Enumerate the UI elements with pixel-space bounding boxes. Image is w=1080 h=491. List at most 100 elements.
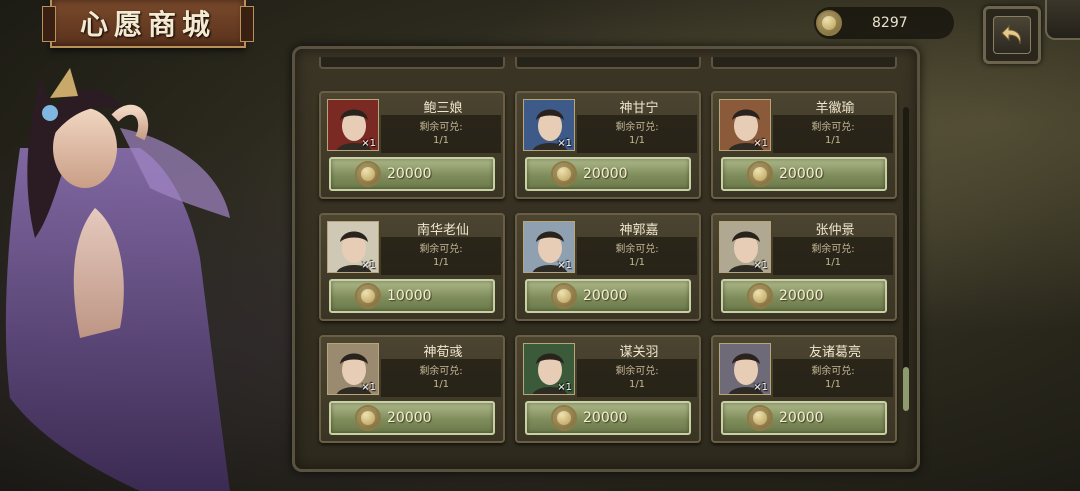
buy-button[interactable]: 20000 — [721, 157, 887, 191]
buy-button[interactable]: 20000 — [525, 157, 691, 191]
shop-item-card[interactable]: ×1 友诸葛亮 剩余可兑: 1/1 20000 — [711, 335, 897, 443]
coin-icon — [551, 283, 577, 309]
remaining-label: 剩余可兑: — [615, 244, 659, 255]
remaining-box: 剩余可兑: 1/1 — [577, 237, 697, 275]
remaining-value: 1/1 — [432, 135, 450, 146]
hero-portrait[interactable]: ×1 — [327, 343, 379, 395]
shop-item-card[interactable]: ×1 南华老仙 剩余可兑: 1/1 10000 — [319, 213, 505, 321]
hero-portrait[interactable]: ×1 — [327, 221, 379, 273]
coin-icon — [355, 283, 381, 309]
item-price: 20000 — [387, 410, 432, 426]
item-quantity: ×1 — [361, 382, 376, 393]
item-price: 20000 — [779, 288, 824, 304]
coin-icon — [747, 161, 773, 187]
shop-item-card[interactable]: ×1 羊徽瑜 剩余可兑: 1/1 20000 — [711, 91, 897, 199]
scrollbar-thumb[interactable] — [903, 367, 909, 411]
character-illustration — [0, 58, 240, 491]
item-price: 20000 — [583, 288, 628, 304]
shop-item-card[interactable]: ×1 神郭嘉 剩余可兑: 1/1 20000 — [515, 213, 701, 321]
item-name: 神甘宁 — [619, 101, 659, 116]
back-button-frame[interactable] — [983, 6, 1041, 64]
remaining-label: 剩余可兑: — [811, 244, 855, 255]
buy-button[interactable]: 20000 — [329, 157, 495, 191]
scrollbar[interactable] — [903, 107, 909, 411]
remaining-value: 1/1 — [628, 379, 646, 390]
shop-item-card[interactable]: ×1 神甘宁 剩余可兑: 1/1 20000 — [515, 91, 701, 199]
remaining-value: 1/1 — [824, 135, 842, 146]
hero-portrait[interactable]: ×1 — [523, 343, 575, 395]
shop-item-card[interactable]: ×1 张仲景 剩余可兑: 1/1 20000 — [711, 213, 897, 321]
item-price: 20000 — [779, 410, 824, 426]
coin-icon — [551, 161, 577, 187]
remaining-box: 剩余可兑: 1/1 — [381, 115, 501, 153]
remaining-box: 剩余可兑: 1/1 — [577, 115, 697, 153]
item-quantity: ×1 — [753, 138, 768, 149]
remaining-label: 剩余可兑: — [419, 244, 463, 255]
item-price: 20000 — [583, 166, 628, 182]
back-arrow-icon[interactable] — [999, 22, 1025, 48]
item-name: 张仲景 — [815, 223, 855, 238]
item-name: 鲍三娘 — [423, 101, 463, 116]
hero-portrait[interactable]: ×1 — [327, 99, 379, 151]
shop-item-card[interactable]: ×1 谋关羽 剩余可兑: 1/1 20000 — [515, 335, 701, 443]
remaining-value: 1/1 — [432, 379, 450, 390]
coin-icon — [551, 405, 577, 431]
buy-button[interactable]: 20000 — [721, 279, 887, 313]
panel-rail — [515, 57, 701, 69]
hero-portrait[interactable]: ×1 — [719, 99, 771, 151]
corner-ornament — [1045, 0, 1080, 40]
currency-display: 8297 — [814, 7, 954, 39]
item-quantity: ×1 — [361, 260, 376, 271]
item-price: 20000 — [583, 410, 628, 426]
remaining-value: 1/1 — [824, 379, 842, 390]
item-quantity: ×1 — [753, 382, 768, 393]
coin-icon — [747, 405, 773, 431]
remaining-label: 剩余可兑: — [419, 366, 463, 377]
item-name: 羊徽瑜 — [815, 101, 855, 116]
remaining-value: 1/1 — [432, 257, 450, 268]
currency-amount: 8297 — [872, 15, 908, 31]
shop-item-card[interactable]: ×1 鲍三娘 剩余可兑: 1/1 20000 — [319, 91, 505, 199]
remaining-value: 1/1 — [628, 257, 646, 268]
item-quantity: ×1 — [361, 138, 376, 149]
remaining-box: 剩余可兑: 1/1 — [773, 115, 893, 153]
coin-icon — [355, 405, 381, 431]
hero-portrait[interactable]: ×1 — [523, 99, 575, 151]
hero-portrait[interactable]: ×1 — [719, 221, 771, 273]
remaining-box: 剩余可兑: 1/1 — [773, 237, 893, 275]
item-name: 神荀彧 — [423, 345, 463, 360]
item-quantity: ×1 — [557, 382, 572, 393]
buy-button[interactable]: 20000 — [525, 401, 691, 435]
panel-rail — [711, 57, 897, 69]
buy-button[interactable]: 20000 — [721, 401, 887, 435]
item-name: 神郭嘉 — [619, 223, 659, 238]
remaining-label: 剩余可兑: — [811, 366, 855, 377]
remaining-box: 剩余可兑: 1/1 — [773, 359, 893, 397]
remaining-box: 剩余可兑: 1/1 — [381, 237, 501, 275]
remaining-label: 剩余可兑: — [811, 122, 855, 133]
coin-icon — [747, 283, 773, 309]
buy-button[interactable]: 20000 — [525, 279, 691, 313]
back-button[interactable] — [975, 0, 1080, 74]
remaining-value: 1/1 — [824, 257, 842, 268]
remaining-label: 剩余可兑: — [615, 366, 659, 377]
back-button-inner[interactable] — [993, 16, 1031, 54]
remaining-label: 剩余可兑: — [615, 122, 659, 133]
item-quantity: ×1 — [557, 260, 572, 271]
shop-item-card[interactable]: ×1 神荀彧 剩余可兑: 1/1 20000 — [319, 335, 505, 443]
item-price: 20000 — [387, 166, 432, 182]
remaining-box: 剩余可兑: 1/1 — [577, 359, 697, 397]
item-price: 10000 — [387, 288, 432, 304]
buy-button[interactable]: 20000 — [329, 401, 495, 435]
remaining-box: 剩余可兑: 1/1 — [381, 359, 501, 397]
title-banner: 心愿商城 — [42, 0, 254, 48]
item-price: 20000 — [779, 166, 824, 182]
item-name: 友诸葛亮 — [808, 345, 861, 360]
hero-portrait[interactable]: ×1 — [719, 343, 771, 395]
buy-button[interactable]: 10000 — [329, 279, 495, 313]
item-quantity: ×1 — [753, 260, 768, 271]
page-title: 心愿商城 — [79, 8, 216, 41]
remaining-value: 1/1 — [628, 135, 646, 146]
hero-portrait[interactable]: ×1 — [523, 221, 575, 273]
item-quantity: ×1 — [557, 138, 572, 149]
